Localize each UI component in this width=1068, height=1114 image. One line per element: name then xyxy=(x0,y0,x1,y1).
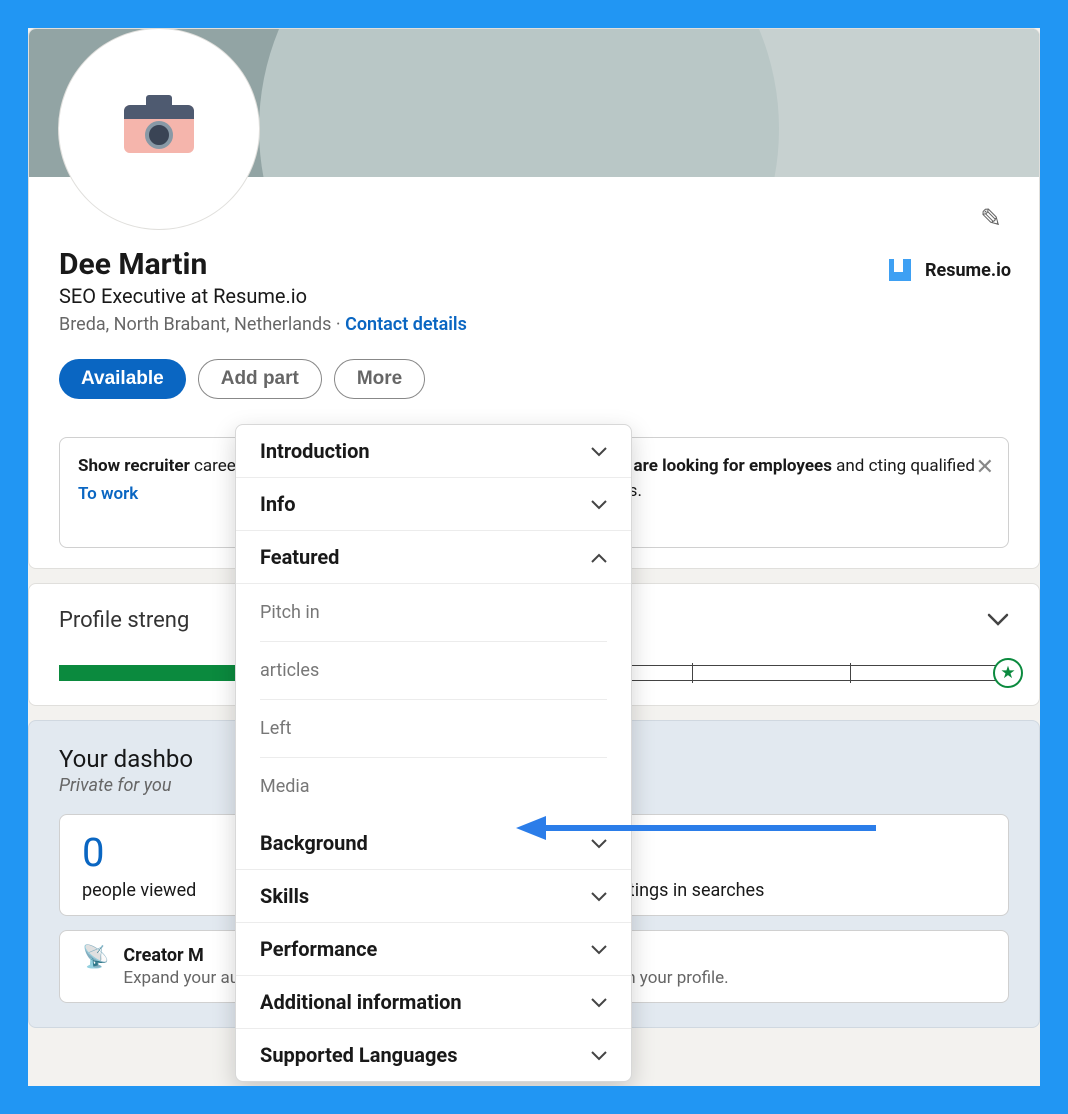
profile-headline: SEO Executive at Resume.io xyxy=(59,284,1009,308)
edit-profile-button[interactable]: ✎ xyxy=(971,199,1011,239)
more-button[interactable]: More xyxy=(334,359,425,399)
chevron-down-icon xyxy=(591,886,607,907)
menu-background[interactable]: Background xyxy=(236,817,631,870)
menu-skills[interactable]: Skills xyxy=(236,870,631,923)
menu-performance[interactable]: Performance xyxy=(236,923,631,976)
menu-featured-left[interactable]: Left xyxy=(260,700,607,758)
strength-label: Profile streng xyxy=(59,608,189,633)
broadcast-icon: 📡 xyxy=(82,945,109,988)
chevron-down-icon xyxy=(591,494,607,515)
menu-featured-pitchin[interactable]: Pitch in xyxy=(260,584,607,642)
page-frame: ✎ Resume.io Dee Martin SEO Executive at … xyxy=(28,28,1040,1086)
close-icon[interactable]: ✕ xyxy=(976,452,994,484)
menu-featured-articles[interactable]: articles xyxy=(260,642,607,700)
contact-details-link[interactable]: Contact details xyxy=(345,314,467,335)
menu-additional-info[interactable]: Additional information xyxy=(236,976,631,1029)
profile-name: Dee Martin xyxy=(59,247,1009,282)
stat-searches[interactable]: 0 listings in searches xyxy=(588,814,1009,916)
add-section-menu: Introduction Info Featured Pitch in arti… xyxy=(235,424,632,1082)
profile-location: Breda, North Brabant, Netherlands xyxy=(59,314,331,335)
menu-featured-media[interactable]: Media xyxy=(260,758,607,817)
add-part-button[interactable]: Add part xyxy=(198,359,322,399)
location-line: Breda, North Brabant, Netherlands · Cont… xyxy=(59,314,1009,335)
company-logo-icon xyxy=(889,259,911,281)
star-icon: ★ xyxy=(993,658,1023,688)
company-link[interactable]: Resume.io xyxy=(889,259,1011,281)
chevron-up-icon xyxy=(591,547,607,568)
company-name: Resume.io xyxy=(925,260,1011,281)
available-button[interactable]: Available xyxy=(59,359,186,399)
profile-photo-button[interactable] xyxy=(59,29,259,229)
chevron-down-icon xyxy=(591,833,607,854)
pencil-icon: ✎ xyxy=(980,204,1002,234)
chevron-down-icon xyxy=(591,441,607,462)
strength-toggle[interactable] xyxy=(987,608,1009,633)
chevron-down-icon xyxy=(987,613,1009,627)
menu-info[interactable]: Info xyxy=(236,478,631,531)
menu-featured[interactable]: Featured xyxy=(236,531,631,584)
chevron-down-icon xyxy=(591,992,607,1013)
chevron-down-icon xyxy=(591,1045,607,1066)
menu-introduction[interactable]: Introduction xyxy=(236,425,631,478)
camera-icon xyxy=(124,105,194,153)
to-work-link[interactable]: To work xyxy=(78,482,138,507)
chevron-down-icon xyxy=(591,939,607,960)
menu-supported-languages[interactable]: Supported Languages xyxy=(236,1029,631,1081)
